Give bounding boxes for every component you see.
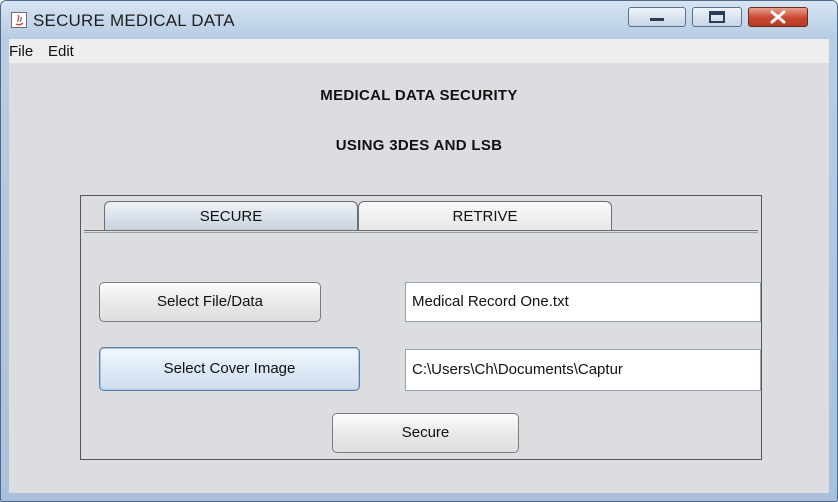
- title-bar[interactable]: SECURE MEDICAL DATA: [1, 1, 837, 39]
- minimize-button[interactable]: [628, 7, 686, 27]
- tab-secure[interactable]: SECURE: [104, 201, 358, 231]
- menu-file[interactable]: File: [9, 43, 33, 60]
- secure-button[interactable]: Secure: [332, 413, 519, 453]
- menu-bar: File Edit: [9, 39, 829, 63]
- window-title: SECURE MEDICAL DATA: [33, 11, 235, 30]
- maximize-button[interactable]: [692, 7, 742, 27]
- tab-retrive[interactable]: RETRIVE: [358, 201, 612, 231]
- heading-line-2: USING 3DES AND LSB: [335, 137, 503, 154]
- menu-edit[interactable]: Edit: [48, 43, 74, 60]
- main-panel: MEDICAL DATA SECURITY USING 3DES AND LSB…: [9, 63, 829, 493]
- close-button[interactable]: [748, 7, 808, 27]
- heading-line-1: MEDICAL DATA SECURITY: [320, 87, 518, 104]
- cover-image-path-field[interactable]: C:\Users\Ch\Documents\Captur: [405, 349, 761, 391]
- java-app-icon: [11, 12, 27, 28]
- minimize-icon: [650, 18, 664, 21]
- tab-divider: [84, 230, 758, 233]
- tabbed-pane: SECURE RETRIVE Select File/Data Medical …: [80, 195, 762, 460]
- select-file-button[interactable]: Select File/Data: [99, 282, 321, 322]
- app-window: SECURE MEDICAL DATA File Edit MEDICAL DA…: [0, 0, 838, 502]
- close-icon: [770, 10, 786, 24]
- window-client-area: File Edit MEDICAL DATA SECURITY USING 3D…: [9, 39, 829, 493]
- select-cover-image-button[interactable]: Select Cover Image: [99, 347, 360, 391]
- maximize-icon: [709, 11, 725, 23]
- file-path-field[interactable]: Medical Record One.txt: [405, 282, 761, 322]
